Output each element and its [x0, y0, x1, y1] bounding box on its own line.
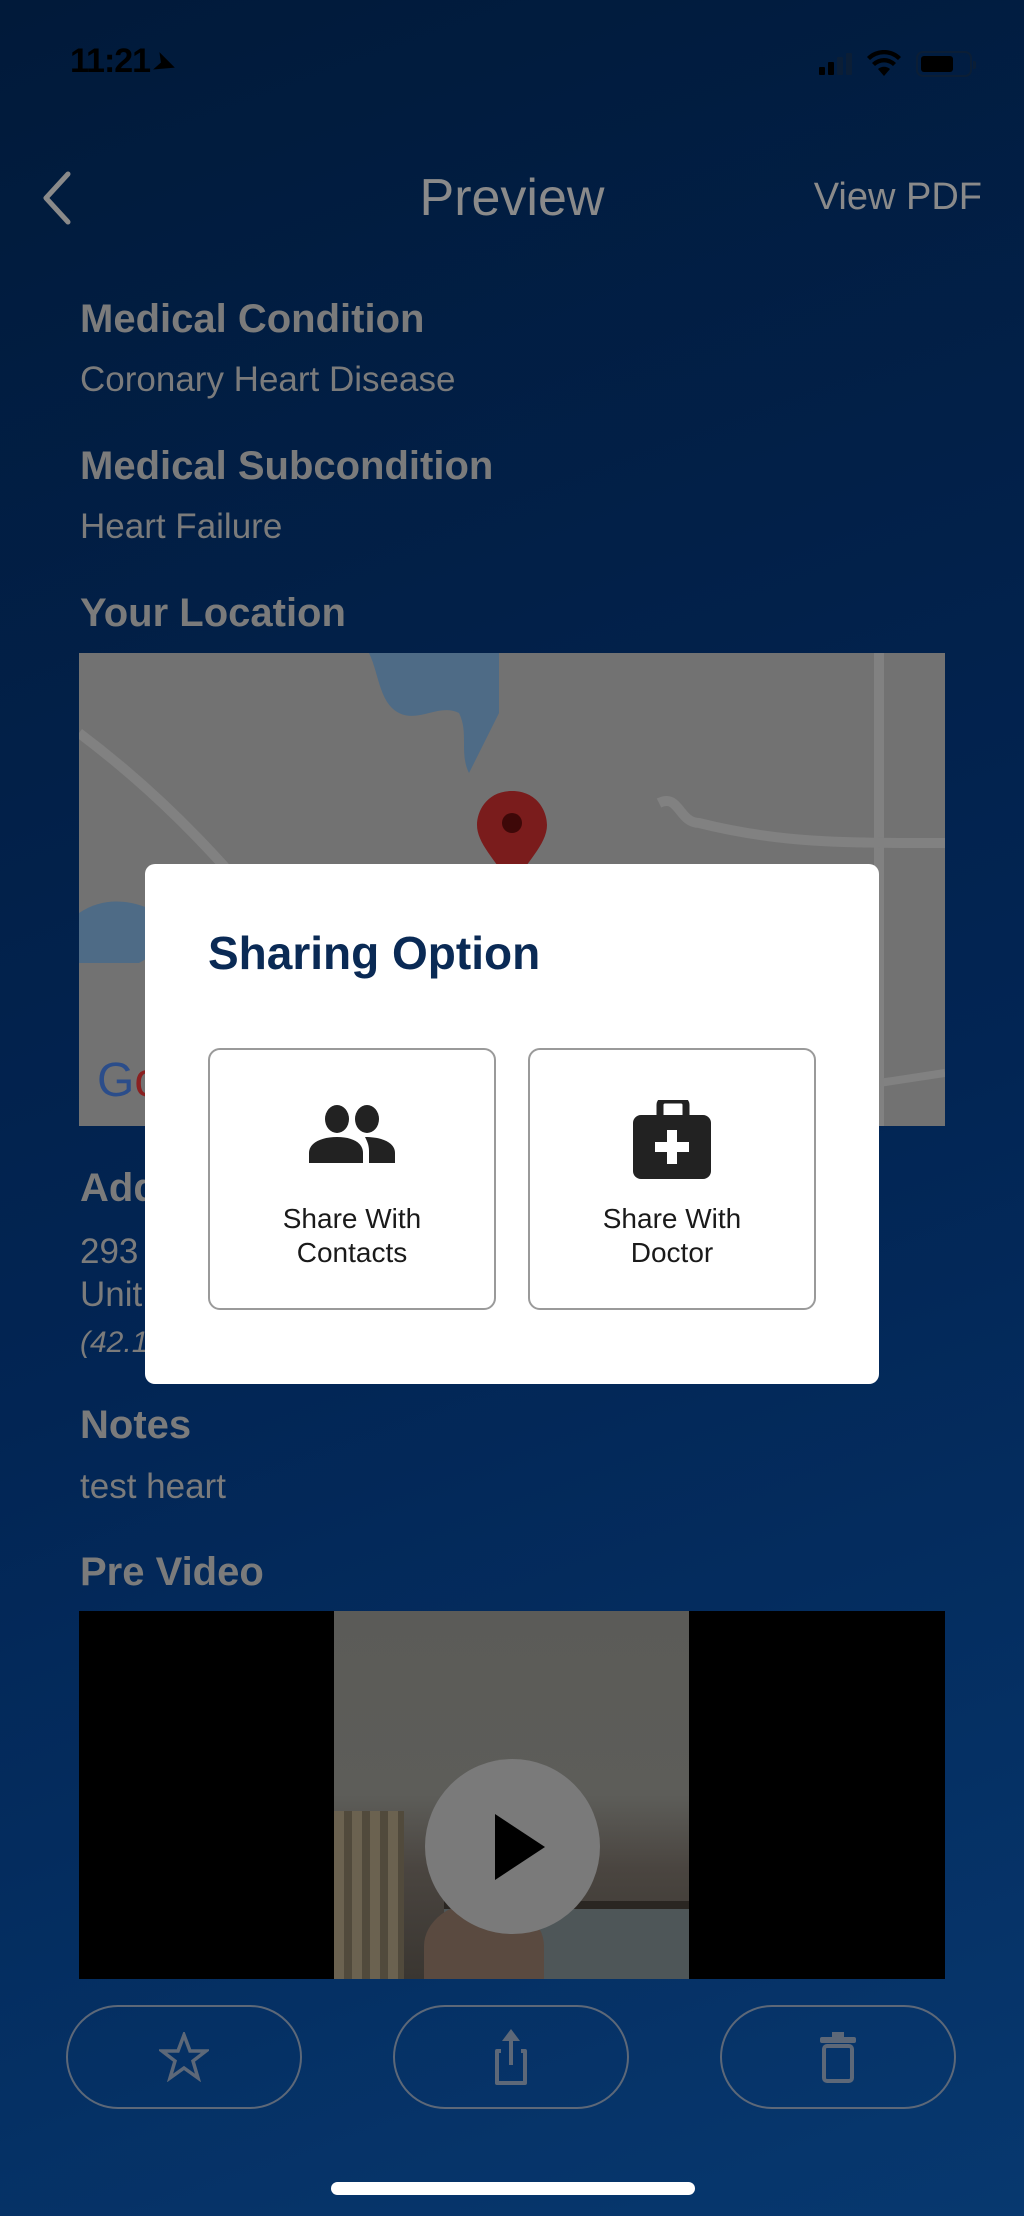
battery-icon — [916, 51, 976, 77]
time-text: 11:21 — [70, 42, 151, 80]
play-icon — [495, 1814, 545, 1880]
delete-button[interactable] — [720, 2005, 956, 2109]
medical-subcondition-value: Heart Failure — [80, 507, 283, 546]
medical-bag-icon — [633, 1100, 711, 1179]
dialog-title: Sharing Option — [208, 927, 541, 979]
people-icon — [309, 1105, 395, 1163]
share-icon — [495, 2029, 527, 2085]
location-arrow-icon: ➤ — [149, 45, 180, 81]
trash-icon — [820, 2032, 856, 2083]
view-pdf-button[interactable]: View PDF — [814, 176, 982, 219]
pre-video-label: Pre Video — [80, 1550, 264, 1594]
favorite-button[interactable] — [66, 2005, 302, 2109]
star-icon — [159, 2032, 209, 2082]
address-line2: Unit — [80, 1275, 143, 1314]
home-indicator[interactable] — [331, 2182, 695, 2195]
screen: 11:21➤ Preview View PDF Medical Conditio… — [0, 0, 1024, 2216]
status-icons — [819, 50, 976, 78]
share-button[interactable] — [393, 2005, 629, 2109]
play-button[interactable] — [425, 1759, 600, 1934]
medical-condition-value: Coronary Heart Disease — [80, 360, 456, 399]
address-line1: 293 — [80, 1232, 139, 1271]
share-with-doctor-button[interactable]: Share With Doctor — [528, 1048, 816, 1310]
sharing-option-dialog: Sharing Option Share With Contacts Share… — [145, 864, 879, 1384]
share-with-doctor-label: Share With Doctor — [602, 1203, 742, 1268]
location-label: Your Location — [80, 591, 346, 635]
status-time: 11:21➤ — [70, 42, 180, 81]
medical-subcondition-label: Medical Subcondition — [80, 444, 494, 488]
share-with-contacts-label: Share With Contacts — [282, 1203, 422, 1268]
address-coordinates: (42.1 — [80, 1326, 149, 1359]
wifi-icon — [867, 50, 901, 76]
share-with-contacts-button[interactable]: Share With Contacts — [208, 1048, 496, 1310]
notes-value: test heart — [80, 1467, 226, 1506]
medical-condition-label: Medical Condition — [80, 297, 425, 341]
notes-label: Notes — [80, 1403, 192, 1447]
cellular-signal-icon — [819, 53, 852, 75]
